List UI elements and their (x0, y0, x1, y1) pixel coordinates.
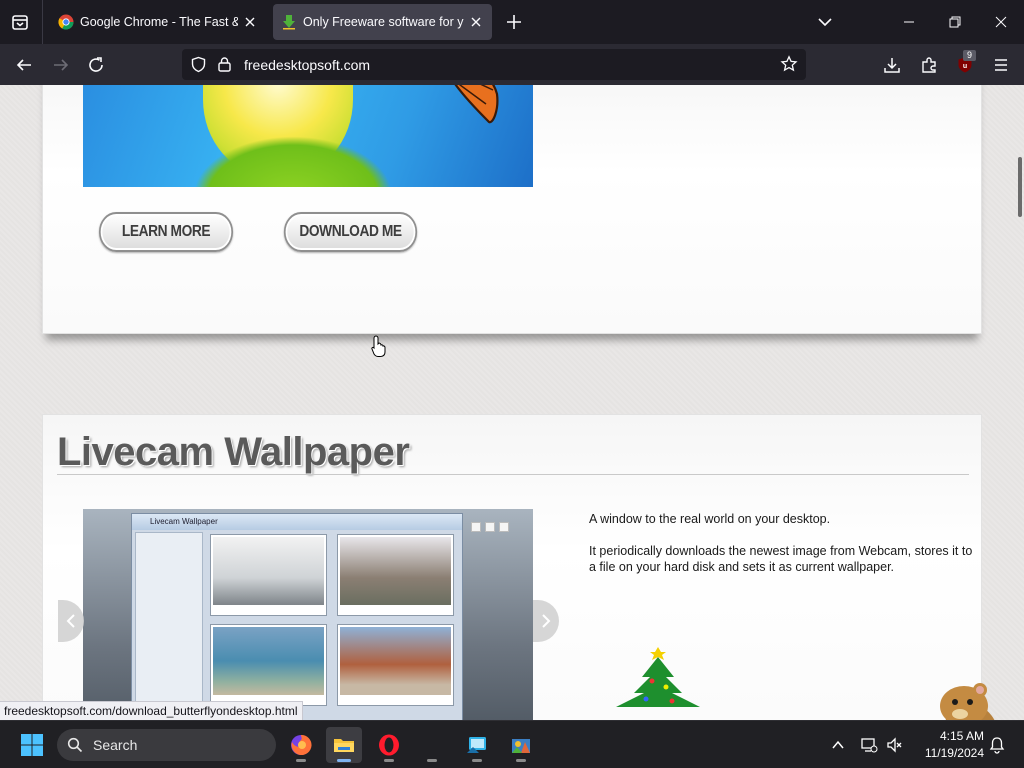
taskbar-app-blank[interactable] (414, 727, 450, 763)
butterfly-banner-image (83, 85, 533, 187)
taskbar: Search 4:15 AM 11/19/2024 (0, 720, 1024, 768)
running-indicator (337, 759, 351, 762)
opera-icon (379, 734, 399, 756)
search-icon (67, 737, 83, 753)
section-title: Livecam Wallpaper (57, 430, 410, 474)
scrollbar-thumb[interactable] (1018, 157, 1022, 217)
close-window-button[interactable] (978, 0, 1024, 44)
running-indicator (296, 759, 306, 762)
description-line: It periodically downloads the newest ima… (589, 544, 973, 574)
download-me-button[interactable]: DOWNLOAD ME (283, 212, 418, 252)
slider-next-button[interactable] (533, 600, 559, 642)
notification-bell-icon[interactable] (988, 736, 1006, 754)
slider-dot[interactable] (485, 522, 495, 532)
butterfly-icon (263, 85, 313, 92)
slider-dots (471, 519, 513, 537)
address-bar[interactable]: freedesktopsoft.com (182, 49, 806, 80)
app-window-preview: Livecam Wallpaper (131, 513, 463, 720)
hamster-mascot-icon (940, 683, 995, 720)
bookmark-star-icon[interactable] (780, 55, 798, 73)
taskbar-file-explorer[interactable] (326, 727, 362, 763)
close-icon[interactable] (242, 14, 258, 30)
tray-chevron-up-icon[interactable] (830, 737, 846, 753)
downloads-button[interactable] (879, 52, 905, 78)
description-line: A window to the real world on your deskt… (589, 512, 831, 526)
restore-button[interactable] (932, 0, 978, 44)
running-indicator (384, 759, 394, 762)
reload-button[interactable] (83, 52, 109, 78)
taskbar-opera[interactable] (371, 727, 407, 763)
tab-freeware[interactable]: Only Freeware software for your desktop (273, 4, 492, 40)
preview-window-title: Livecam Wallpaper (132, 514, 462, 530)
tab-list-icon[interactable] (8, 10, 32, 34)
download-arrow-icon (281, 14, 297, 30)
webcam-thumbnail (210, 624, 327, 706)
thumbnail-image (213, 627, 324, 695)
new-tab-button[interactable] (503, 11, 525, 33)
minimize-button[interactable] (886, 0, 932, 44)
slider-prev-button[interactable] (58, 600, 84, 642)
menu-hamburger-icon[interactable] (988, 52, 1014, 78)
taskbar-search-box[interactable]: Search (57, 729, 276, 761)
livecam-panel: Livecam Wallpaper Livecam Wallpaper A wi… (42, 414, 982, 720)
tab-separator (42, 0, 43, 44)
taskbar-firefox[interactable] (283, 727, 319, 763)
app-5-icon (467, 737, 486, 753)
tab-strip: Google Chrome - The Fast & Secure Web Br… (0, 0, 1024, 44)
extensions-puzzle-icon[interactable] (916, 52, 942, 78)
title-divider (57, 474, 969, 475)
chrome-icon (58, 14, 74, 30)
extension-badge: 9 (963, 50, 976, 61)
taskbar-app-6[interactable] (503, 727, 539, 763)
web-content: LEARN MORE DOWNLOAD ME Livecam Wallpaper… (0, 85, 1024, 720)
taskbar-app-5[interactable] (459, 727, 495, 763)
hand-cursor-icon (371, 335, 387, 357)
clock-date[interactable]: 11/19/2024 (914, 746, 984, 760)
running-indicator (516, 759, 526, 762)
forward-button[interactable] (48, 52, 74, 78)
file-explorer-icon (334, 739, 354, 752)
network-icon[interactable] (860, 736, 878, 754)
clock-time[interactable]: 4:15 AM (914, 729, 984, 743)
link-preview-status: freedesktopsoft.com/download_butterflyon… (0, 701, 303, 721)
livecam-screenshot: Livecam Wallpaper (83, 509, 533, 720)
page-scrollbar[interactable] (1016, 85, 1024, 720)
thumbnail-image (340, 537, 451, 605)
thumbnail-image (340, 627, 451, 695)
tab-title: Only Freeware software for your desktop (303, 15, 464, 29)
volume-muted-icon[interactable] (886, 736, 904, 754)
shield-icon[interactable] (190, 56, 207, 73)
tab-google-chrome[interactable]: Google Chrome - The Fast & Secure Web Br… (50, 4, 266, 40)
thumbnail-image (213, 537, 324, 605)
chevron-down-icon[interactable] (815, 12, 835, 32)
close-icon[interactable] (468, 14, 484, 30)
navigation-toolbar: freedesktopsoft.com u (0, 44, 1024, 85)
back-button[interactable] (11, 52, 37, 78)
slider-dot[interactable] (499, 522, 509, 532)
webcam-thumbnail (337, 534, 454, 616)
windows-start-icon[interactable] (20, 733, 44, 757)
app-6-icon (512, 739, 530, 753)
firefox-icon (291, 734, 312, 755)
url-text[interactable]: freedesktopsoft.com (244, 57, 370, 73)
svg-text:u: u (963, 63, 967, 70)
tab-title: Google Chrome - The Fast & Secure Web Br… (80, 15, 238, 29)
description: A window to the real world on your deskt… (589, 511, 975, 591)
slider-dot[interactable] (471, 522, 481, 532)
running-indicator (427, 759, 437, 762)
webcam-thumbnail (210, 534, 327, 616)
running-indicator (472, 759, 482, 762)
butterfly-panel: LEARN MORE DOWNLOAD ME (42, 85, 982, 334)
butterfly-icon (454, 85, 499, 124)
search-placeholder: Search (93, 737, 138, 753)
preview-options-sidebar (135, 532, 203, 720)
learn-more-button[interactable]: LEARN MORE (98, 212, 234, 252)
lock-icon[interactable] (217, 56, 232, 73)
christmas-tree-icon (616, 647, 700, 707)
webcam-thumbnail (337, 624, 454, 706)
banner-grass-shape (193, 136, 393, 187)
